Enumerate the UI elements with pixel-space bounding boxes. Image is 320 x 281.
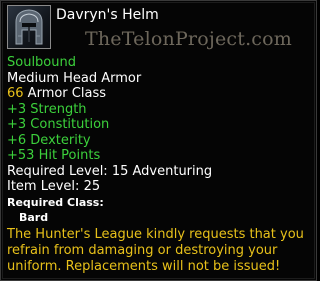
item-level: Item Level: 25 (7, 179, 312, 195)
armor-class-label: Armor Class (23, 86, 106, 101)
helm-icon (7, 5, 51, 49)
required-level-value: 15 Adventuring (111, 163, 213, 179)
watermark: TheTelonProject.com (85, 28, 293, 50)
item-name: Davryn's Helm (56, 7, 159, 23)
binding-status: Soulbound (7, 55, 76, 70)
armor-class: 66 Armor Class (7, 86, 312, 102)
item-type: Medium Head Armor (7, 70, 142, 86)
stat-line: +53 Hit Points (7, 148, 101, 163)
required-class-label: Required Class: (7, 195, 104, 209)
required-level-label: Required Level: (7, 163, 112, 179)
required-class-value: Bard (19, 211, 49, 224)
stat-line: +6 Dexterity (7, 132, 91, 148)
required-level: Required Level: 15 Adventuring (7, 164, 312, 180)
flavor-text: The Hunter's League kindly requests that… (7, 226, 304, 274)
item-level-label: Item Level: (7, 179, 84, 194)
item-details: Soulbound Medium Head Armor 66 Armor Cla… (7, 55, 312, 275)
item-tooltip: Davryn's Helm TheTelonProject.com Soulbo… (0, 0, 317, 281)
item-level-value: 25 (83, 179, 101, 194)
stat-line: +3 Constitution (7, 117, 110, 132)
armor-class-value: 66 (7, 86, 24, 101)
stat-line: +3 Strength (7, 101, 87, 117)
